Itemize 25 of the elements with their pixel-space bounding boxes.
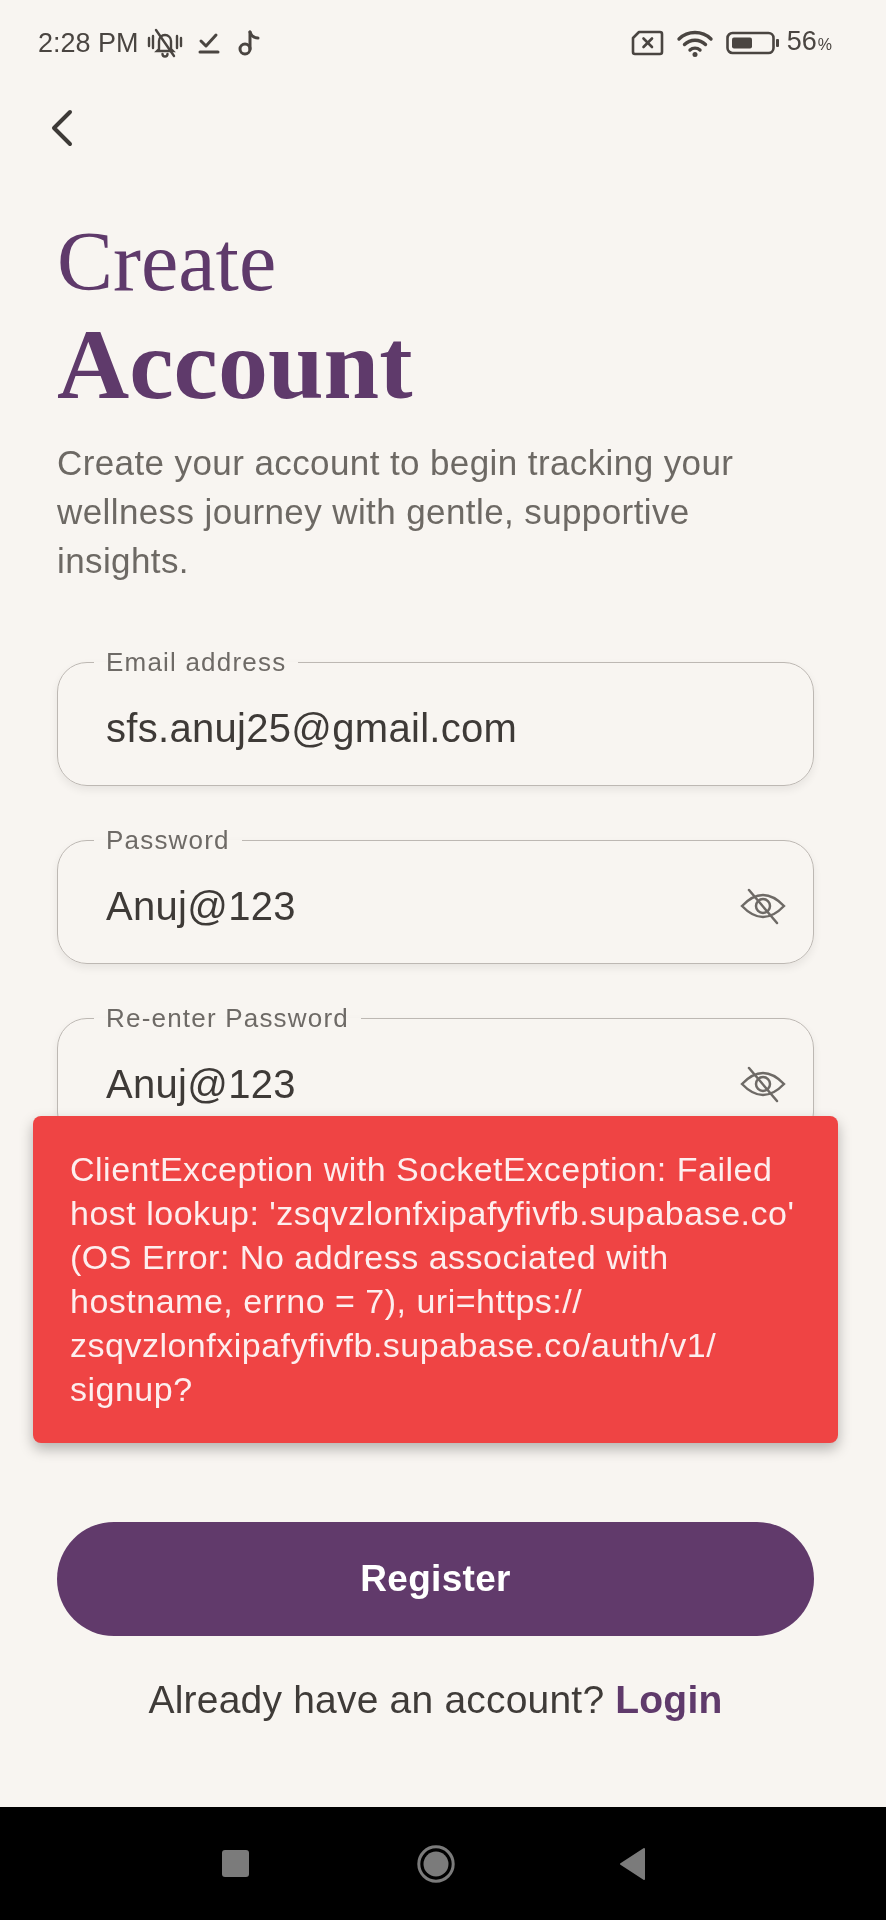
field-label: Password <box>105 825 231 855</box>
back-icon[interactable] <box>619 1846 646 1881</box>
title-text: Create <box>57 214 278 310</box>
field-value: Anuj@123 <box>106 883 296 930</box>
login-prompt: Already have an account? Login <box>147 1677 724 1723</box>
chevron-left-icon[interactable] <box>50 109 74 147</box>
eye-slash-icon[interactable] <box>739 886 787 926</box>
subtitle-text: Create your account to begin tracking your wellness journey with gentle, supportive insights. <box>57 442 735 582</box>
login-link[interactable]: Login <box>615 1678 723 1721</box>
field-value: sfs.anuj25@gmail.com <box>106 705 518 752</box>
home-icon[interactable] <box>417 1844 455 1883</box>
eye-slash-icon[interactable] <box>739 1064 787 1104</box>
status-time: 2:28 PM <box>38 26 139 59</box>
music-note-icon <box>236 29 261 56</box>
field-label: Re-enter Password <box>105 1003 350 1033</box>
bell-slash-icon <box>146 27 183 58</box>
error-message: ClientException with SocketException: Failed host lookup: 'zsqvzlonfxipafyfivfb.supabase.co' (OS Error: No address associated with hostname, errno = 7), uri=https://zsqvzlonfxipafyfivfb.supabase.co/auth/v1/signup? <box>70 1149 796 1410</box>
register-button[interactable]: Register <box>57 1522 814 1636</box>
sim-card-x-icon <box>630 29 664 56</box>
field-value: Anuj@123 <box>106 1061 296 1108</box>
battery-percentage: 56% <box>786 24 832 58</box>
wifi-icon <box>675 28 714 57</box>
battery-icon <box>725 30 780 55</box>
title-text: Account <box>57 310 413 420</box>
field-label: Email address <box>105 647 288 677</box>
